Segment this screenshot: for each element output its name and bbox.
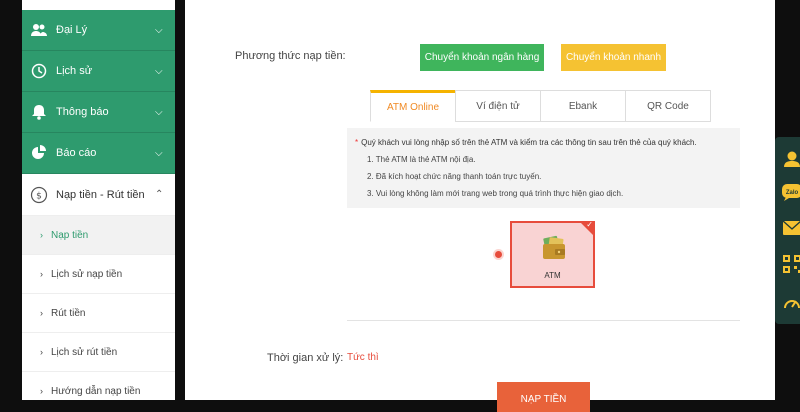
tab-ebank[interactable]: Ebank	[540, 90, 626, 122]
deposit-submit-button[interactable]: NẠP TIỀN	[497, 382, 590, 412]
bell-icon	[30, 103, 48, 121]
sidebar-group-label: Lịch sử	[56, 65, 93, 77]
sidebar-group-bao-cao[interactable]: Báo cáo ⌵	[22, 133, 175, 174]
mail-icon[interactable]	[781, 217, 800, 239]
atm-radio-button[interactable]	[495, 251, 502, 258]
chevron-down-icon: ⌵	[155, 106, 163, 118]
payment-method-label: Phương thức nạp tiền:	[235, 50, 346, 62]
fast-transfer-button[interactable]: Chuyển khoản nhanh	[561, 44, 666, 71]
speedometer-icon[interactable]	[781, 291, 800, 313]
sidebar-item-nap-tien[interactable]: › Nạp tiền	[22, 216, 175, 255]
atm-label: ATM	[544, 271, 561, 280]
tab-vi-dien-tu[interactable]: Ví điện tử	[455, 90, 541, 122]
chevron-right-icon: ›	[40, 230, 43, 240]
chevron-down-icon: ⌵	[155, 147, 163, 159]
chevron-right-icon: ›	[40, 269, 43, 279]
note-line: 3. Vui lòng không làm mới trang web tron…	[367, 189, 624, 198]
wallet-icon	[543, 235, 565, 259]
asterisk-icon: *	[355, 138, 359, 147]
sidebar-item-label: Rút tiền	[51, 307, 86, 319]
payment-tabs: ATM Online Ví điện tử Ebank QR Code	[370, 90, 711, 122]
tab-qr-code[interactable]: QR Code	[625, 90, 711, 122]
chevron-right-icon: ›	[40, 386, 43, 396]
processing-time-label: Thời gian xử lý:	[267, 352, 344, 364]
sidebar: Đại Lý ⌵ Lịch sử ⌵ Thông báo ⌵ Báo cáo ⌵	[22, 0, 175, 400]
svg-text:$: $	[36, 191, 42, 201]
note-head: * Quý khách vui lòng nhập số trên thẻ AT…	[355, 138, 732, 147]
app-frame: Đại Lý ⌵ Lịch sử ⌵ Thông báo ⌵ Báo cáo ⌵	[0, 0, 800, 412]
zalo-text: Zalo	[786, 190, 799, 196]
note-line: 2. Đã kích hoạt chức năng thanh toán trự…	[367, 172, 542, 181]
sidebar-item-label: Hướng dẫn nạp tiền	[51, 385, 141, 397]
sidebar-group-dai-ly[interactable]: Đại Lý ⌵	[22, 10, 175, 51]
chevron-right-icon: ›	[40, 347, 43, 357]
history-icon	[30, 62, 48, 80]
chevron-down-icon: ⌵	[155, 65, 163, 77]
zalo-icon[interactable]: Zalo	[781, 181, 800, 203]
sidebar-group-nap-rut[interactable]: $ Nạp tiền - Rút tiền ⌃	[22, 174, 175, 216]
sidebar-group-label: Nạp tiền - Rút tiền	[56, 188, 145, 201]
main-content: Phương thức nạp tiền: Chuyển khoản ngân …	[185, 0, 775, 412]
users-icon	[30, 21, 48, 39]
sidebar-item-label: Nạp tiền	[51, 229, 89, 241]
pie-chart-icon	[30, 144, 48, 162]
note-line: 1. Thẻ ATM là thẻ ATM nội địa.	[367, 155, 476, 164]
sidebar-item-label: Lịch sử nạp tiền	[51, 268, 123, 280]
instruction-note: * Quý khách vui lòng nhập số trên thẻ AT…	[347, 128, 740, 208]
check-icon: ✓	[586, 220, 593, 229]
sidebar-item-lich-su-rut-tien[interactable]: › Lịch sử rút tiền	[22, 333, 175, 372]
atm-option-card[interactable]: ✓ ATM	[510, 220, 595, 288]
floating-toolbar: Zalo	[775, 137, 800, 324]
sidebar-group-label: Đại Lý	[56, 24, 88, 36]
sidebar-group-thong-bao[interactable]: Thông báo ⌵	[22, 92, 175, 133]
sidebar-group-label: Thông báo	[56, 106, 109, 118]
tab-atm-online[interactable]: ATM Online	[370, 90, 456, 122]
sidebar-item-label: Lịch sử rút tiền	[51, 346, 118, 358]
support-agent-icon[interactable]	[781, 147, 800, 169]
chevron-right-icon: ›	[40, 308, 43, 318]
sidebar-group-lich-su[interactable]: Lịch sử ⌵	[22, 51, 175, 92]
qr-code-icon[interactable]	[781, 253, 800, 275]
processing-time-value: Tức thì	[347, 352, 379, 363]
sidebar-item-lich-su-nap-tien[interactable]: › Lịch sử nạp tiền	[22, 255, 175, 294]
sidebar-item-huong-dan-nap-tien[interactable]: › Hướng dẫn nạp tiền	[22, 372, 175, 400]
bank-transfer-button[interactable]: Chuyển khoản ngân hàng	[420, 44, 544, 71]
note-head-text: Quý khách vui lòng nhập số trên thẻ ATM …	[361, 138, 697, 147]
divider	[347, 320, 740, 321]
chevron-down-icon: ⌵	[155, 24, 163, 36]
chevron-up-icon: ⌃	[155, 189, 164, 200]
sidebar-item-rut-tien[interactable]: › Rút tiền	[22, 294, 175, 333]
dollar-circle-icon: $	[30, 186, 48, 204]
sidebar-group-label: Báo cáo	[56, 147, 97, 159]
